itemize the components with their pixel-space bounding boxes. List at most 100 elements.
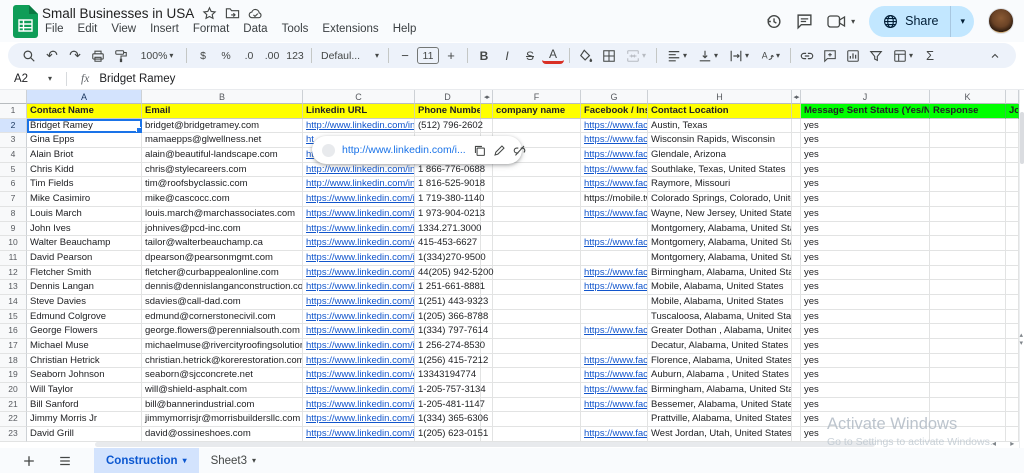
linkedin-link[interactable]: https://www.linkedin.com/i — [306, 311, 415, 322]
cell-J4[interactable]: yes — [801, 148, 930, 163]
cell-H17[interactable]: Decatur, Alabama, United States — [648, 339, 792, 354]
column-header-G[interactable]: G — [581, 90, 648, 104]
row-header-4[interactable]: 4 — [0, 148, 27, 163]
cell-G19[interactable]: https://www.fac — [581, 368, 648, 383]
borders-icon[interactable] — [598, 45, 620, 66]
vertical-scrollbar-arrows[interactable]: ▴▾ — [1019, 332, 1023, 348]
share-dropdown-caret[interactable]: ▾ — [951, 16, 974, 27]
cell-A20[interactable]: Will Taylor — [27, 383, 142, 398]
linkedin-link[interactable]: https://www.linkedin.com/i — [306, 355, 415, 366]
cell-G22[interactable] — [581, 412, 648, 427]
sheet-tab-caret[interactable]: ▾ — [183, 456, 187, 465]
cell-C23[interactable]: https://www.linkedin.com/i — [303, 427, 415, 442]
hidden-column-cell[interactable] — [792, 266, 801, 281]
fb-link[interactable]: https://www.fac — [584, 384, 648, 395]
row-header-20[interactable]: 20 — [0, 383, 27, 398]
cell-H14[interactable]: Mobile, Alabama, United States — [648, 295, 792, 310]
cell-G8[interactable]: https://www.fac — [581, 207, 648, 222]
row-header-9[interactable]: 9 — [0, 222, 27, 237]
italic-button[interactable]: I — [496, 45, 518, 66]
row-header-8[interactable]: 8 — [0, 207, 27, 222]
name-box[interactable]: A2 ▾ — [0, 73, 60, 85]
row-header-14[interactable]: 14 — [0, 295, 27, 310]
header-cell[interactable]: company name — [493, 104, 581, 119]
linkedin-link[interactable]: https://www.linkedin.com/i — [306, 340, 415, 351]
cell-B18[interactable]: christian.hetrick@korerestoration.com — [142, 354, 303, 369]
row-header-5[interactable]: 5 — [0, 163, 27, 178]
cell-A5[interactable]: Chris Kidd — [27, 163, 142, 178]
cell-K12[interactable] — [930, 266, 1006, 281]
cell-G17[interactable] — [581, 339, 648, 354]
formula-input[interactable]: Bridget Ramey — [99, 73, 175, 85]
document-title[interactable]: Small Businesses in USA — [42, 6, 194, 21]
cell-B3[interactable]: mamaepps@glwellness.net — [142, 133, 303, 148]
fb-link[interactable]: https://www.fac — [584, 164, 648, 175]
cell-C10[interactable]: https://www.linkedin.com/c — [303, 236, 415, 251]
cell-B22[interactable]: jimmymorrisjr@morrisbuildersllc.com — [142, 412, 303, 427]
column-header-C[interactable]: C — [303, 90, 415, 104]
header-cell[interactable] — [481, 104, 493, 119]
column-header-K[interactable]: K — [930, 90, 1006, 104]
cell-A13[interactable]: Dennis Langan — [27, 280, 142, 295]
row-header-18[interactable]: 18 — [0, 354, 27, 369]
cell-F15[interactable] — [493, 310, 581, 325]
linkedin-link[interactable]: https://www.linkedin.com/c — [306, 369, 415, 380]
cell-A11[interactable]: David Pearson — [27, 251, 142, 266]
fb-link[interactable]: https://www.fac — [584, 281, 648, 292]
menu-help[interactable]: Help — [386, 21, 424, 37]
cell-x3[interactable] — [1006, 133, 1019, 148]
row-header-23[interactable]: 23 — [0, 427, 27, 442]
cell-H15[interactable]: Tuscaloosa, Alabama, United States — [648, 310, 792, 325]
cell-A18[interactable]: Christian Hetrick — [27, 354, 142, 369]
cell-x7[interactable] — [1006, 192, 1019, 207]
cell-A23[interactable]: David Grill — [27, 427, 142, 442]
cell-K5[interactable] — [930, 163, 1006, 178]
cell-D11[interactable]: 1(334)270-9500 — [415, 251, 481, 266]
hidden-column-cell[interactable] — [792, 133, 801, 148]
vertical-scrollbar[interactable] — [1019, 90, 1024, 448]
cell-G4[interactable]: https://www.fac — [581, 148, 648, 163]
row-header-22[interactable]: 22 — [0, 412, 27, 427]
header-cell[interactable]: Email — [142, 104, 303, 119]
vertical-align-icon[interactable]: ▾ — [693, 45, 723, 66]
cell-K3[interactable] — [930, 133, 1006, 148]
row-header-3[interactable]: 3 — [0, 133, 27, 148]
linkedin-link[interactable]: https://www.linkedin.com/i — [306, 193, 415, 204]
hidden-column-marker[interactable]: ◂▸ — [481, 90, 493, 104]
user-avatar[interactable] — [988, 8, 1014, 34]
menu-view[interactable]: View — [104, 21, 143, 37]
cell-H10[interactable]: Montgomery, Alabama, United States — [648, 236, 792, 251]
cell-B11[interactable]: dpearson@pearsonmgmt.com — [142, 251, 303, 266]
cell-J3[interactable]: yes — [801, 133, 930, 148]
cell-x14[interactable] — [1006, 295, 1019, 310]
cell-x12[interactable] — [1006, 266, 1019, 281]
cell-J20[interactable]: yes — [801, 383, 930, 398]
cell-G7[interactable]: https://mobile.tw — [581, 192, 648, 207]
cell-C8[interactable]: https://www.linkedin.com/i — [303, 207, 415, 222]
row-header-12[interactable]: 12 — [0, 266, 27, 281]
hidden-column-cell[interactable] — [792, 310, 801, 325]
cell-G10[interactable]: https://www.fac — [581, 236, 648, 251]
cell-B16[interactable]: george.flowers@perennialsouth.com — [142, 324, 303, 339]
column-header-J[interactable]: J — [801, 90, 930, 104]
cell-F13[interactable] — [493, 280, 581, 295]
cell-K11[interactable] — [930, 251, 1006, 266]
cell-H13[interactable]: Mobile, Alabama, United States — [648, 280, 792, 295]
cell-G6[interactable]: https://www.fac — [581, 177, 648, 192]
cell-G12[interactable]: https://www.fac — [581, 266, 648, 281]
cell-B7[interactable]: mike@cascocc.com — [142, 192, 303, 207]
cell-B20[interactable]: will@shield-asphalt.com — [142, 383, 303, 398]
row-header-2[interactable]: 2 — [0, 119, 27, 134]
cell-C12[interactable]: https://www.linkedin.com/i — [303, 266, 415, 281]
edit-link-icon[interactable] — [493, 144, 506, 157]
linkedin-link[interactable]: https://www.linkedin.com/i — [306, 208, 415, 219]
linkedin-link[interactable]: https://www.linkedin.com/i — [306, 413, 415, 424]
increase-font-size-button[interactable]: + — [440, 45, 462, 66]
share-button[interactable]: Share ▾ — [869, 6, 974, 37]
cell-H23[interactable]: West Jordan, Utah, United States — [648, 427, 792, 442]
cell-F16[interactable] — [493, 324, 581, 339]
cell-C13[interactable]: https://www.linkedin.com/i — [303, 280, 415, 295]
header-cell[interactable]: Joi — [1006, 104, 1019, 119]
cell-C20[interactable]: https://www.linkedin.com/i — [303, 383, 415, 398]
header-cell[interactable]: Facebook / Ins — [581, 104, 648, 119]
